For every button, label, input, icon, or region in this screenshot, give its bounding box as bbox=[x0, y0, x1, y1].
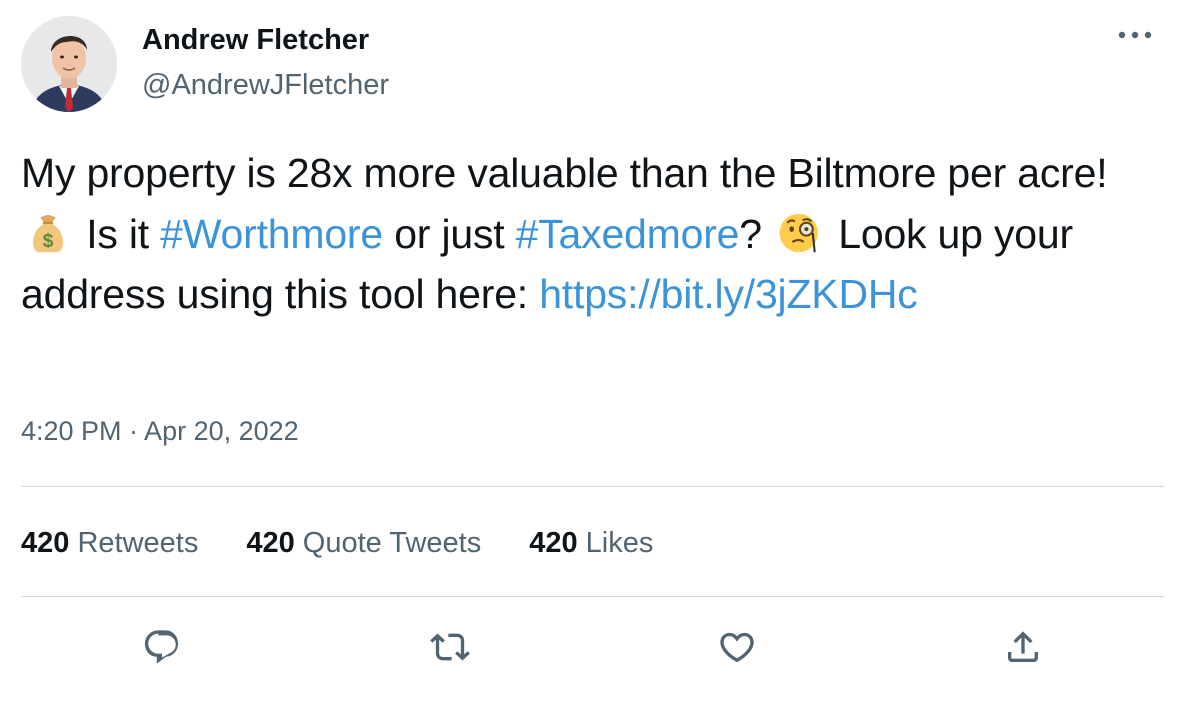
likes-stat[interactable]: 420 Likes bbox=[529, 527, 653, 560]
retweets-label: Retweets bbox=[77, 526, 199, 559]
tweet-card: Andrew Fletcher @AndrewJFletcher My prop… bbox=[0, 0, 1184, 712]
retweets-stat[interactable]: 420 Retweets bbox=[21, 527, 198, 560]
like-icon bbox=[720, 632, 754, 663]
tweet-text: My property is 28x more valuable than th… bbox=[21, 143, 1171, 325]
share-icon bbox=[1008, 631, 1038, 662]
svg-text:$: $ bbox=[43, 231, 54, 252]
likes-count: 420 bbox=[529, 526, 578, 559]
reply-button[interactable] bbox=[137, 622, 187, 672]
avatar[interactable] bbox=[21, 16, 117, 112]
like-button[interactable] bbox=[712, 622, 762, 672]
tweet-text-segment: My property is 28x more valuable than th… bbox=[21, 150, 1108, 196]
share-button[interactable] bbox=[998, 622, 1048, 672]
more-icon bbox=[1118, 31, 1152, 39]
tweet-text-segment: ? bbox=[739, 210, 774, 257]
money-bag-icon: $ bbox=[25, 210, 71, 256]
retweet-icon bbox=[430, 633, 470, 661]
url-link[interactable]: https://bit.ly/3jZKDHc bbox=[539, 271, 918, 317]
avatar-image bbox=[21, 16, 117, 112]
divider bbox=[21, 486, 1164, 487]
hashtag-link[interactable]: #Taxedmore bbox=[516, 211, 740, 257]
display-name[interactable]: Andrew Fletcher bbox=[142, 24, 369, 57]
quote-tweets-label: Quote Tweets bbox=[302, 526, 482, 559]
quote-tweets-count: 420 bbox=[246, 526, 295, 559]
tweet-actions bbox=[0, 622, 1184, 672]
reply-icon bbox=[144, 630, 179, 664]
tweet-timestamp[interactable]: 4:20 PM · Apr 20, 2022 bbox=[21, 416, 299, 447]
user-handle[interactable]: @AndrewJFletcher bbox=[142, 69, 389, 102]
tweet-text-segment: or just bbox=[383, 210, 516, 257]
more-options-button[interactable] bbox=[1112, 20, 1158, 50]
likes-label: Likes bbox=[585, 526, 654, 559]
retweets-count: 420 bbox=[21, 526, 70, 559]
tweet-text-segment: Is it bbox=[75, 210, 161, 257]
face-with-monocle-icon bbox=[777, 210, 823, 256]
quote-tweets-stat[interactable]: 420 Quote Tweets bbox=[246, 527, 481, 560]
hashtag-link[interactable]: #Worthmore bbox=[160, 211, 383, 257]
tweet-stats: 420 Retweets 420 Quote Tweets 420 Likes bbox=[21, 524, 701, 562]
divider bbox=[21, 596, 1164, 597]
retweet-button[interactable] bbox=[425, 622, 475, 672]
